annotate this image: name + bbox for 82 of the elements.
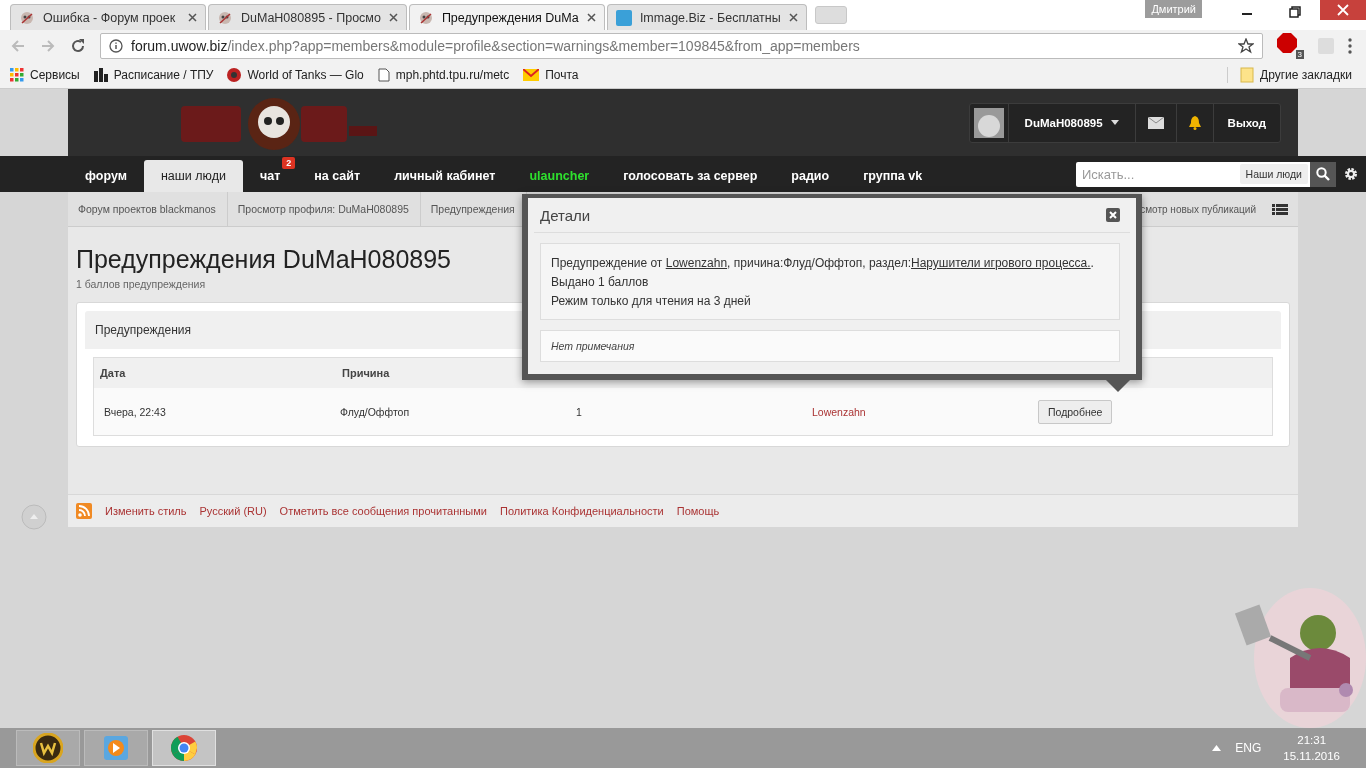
close-icon[interactable] [388, 13, 398, 22]
dialog-title: Детали [540, 206, 591, 224]
nav-tab[interactable]: форум [68, 160, 144, 192]
footer-link[interactable]: Отметить все сообщения прочитанными [279, 505, 487, 517]
browser-tab[interactable]: DuMaH080895 - Просмо [208, 4, 407, 30]
browser-tab[interactable]: Предупреждения DuMa [408, 4, 605, 30]
close-icon[interactable] [586, 13, 596, 22]
envelope-icon [1147, 116, 1164, 129]
envelope-icon [523, 69, 540, 81]
taskbar-app[interactable] [16, 730, 80, 766]
ch-logo-icon [615, 9, 632, 26]
panda-icon [19, 9, 35, 26]
footer-link[interactable]: Политика Конфиденциальности [500, 505, 664, 517]
column-header: Дата [99, 367, 127, 379]
caret-icon [1110, 120, 1119, 125]
reload-icon[interactable] [70, 38, 86, 54]
nav-tab[interactable]: наши люди [143, 160, 243, 192]
footer-link[interactable]: Изменить стиль [105, 505, 187, 517]
close-window-button[interactable] [1320, 0, 1366, 20]
user-link[interactable]: Lowenzahn [802, 405, 1038, 418]
bell-icon [1188, 115, 1201, 130]
bookmark[interactable]: mph.phtd.tpu.ru/metc [377, 68, 510, 82]
panda-icon [417, 9, 434, 26]
w-emblem-icon [33, 733, 63, 763]
nav-tab[interactable]: ulauncher [512, 160, 607, 192]
breadcrumb-link[interactable]: Просмотр профиля: DuMaH080895 [227, 192, 421, 226]
menu-icon[interactable] [1348, 38, 1352, 54]
nav-tab[interactable]: голосовать за сервер [606, 160, 775, 192]
footer-link[interactable]: Русский (RU) [199, 505, 267, 517]
settings-icon[interactable] [1344, 167, 1358, 181]
browser-icon [170, 734, 198, 762]
column-header: Причина [341, 367, 391, 379]
footer-link[interactable]: Помощь [676, 505, 720, 517]
close-icon[interactable] [1106, 208, 1120, 222]
list-icon[interactable] [1272, 203, 1288, 215]
close-icon[interactable] [188, 13, 197, 22]
info-icon [109, 39, 123, 53]
details-button[interactable]: Подробнее [1038, 399, 1113, 424]
star-icon[interactable] [1238, 38, 1254, 54]
bookmark[interactable]: Почта [523, 68, 579, 82]
folder-icon [1240, 67, 1255, 83]
bar-chart-icon [93, 68, 108, 82]
grid-icon [10, 68, 24, 82]
nav-tab[interactable]: радио [774, 160, 847, 192]
address-field[interactable]: forum.uwow.biz/index.php?app=members&module=profile&section=warnings&member=109845&from_app=members [100, 33, 1263, 59]
table-cell-text: 1 [575, 405, 583, 418]
detail-line: Режим только для чтения на 3 дней [551, 293, 752, 310]
search-button[interactable] [1310, 161, 1336, 187]
warning-text: Предупреждение от Lowenzahn, причина:Флуд/Оффтоп, раздел:Нарушители игрового процесса.. [551, 255, 1095, 272]
note-text: Нет примечания [540, 330, 1120, 362]
play-icon [102, 734, 130, 762]
logout-button[interactable]: Выход [1213, 103, 1280, 142]
restore-icon[interactable] [1289, 6, 1301, 18]
bookmark-folder[interactable]: Другие закладки [1227, 67, 1352, 83]
table-cell-text: Флуд/Оффтоп [339, 405, 411, 418]
nav-tab[interactable]: на сайт [297, 160, 378, 192]
target-icon [227, 68, 242, 82]
extension-badge: 3 [1295, 50, 1304, 59]
close-icon [1337, 4, 1349, 16]
nav-tab[interactable]: личный кабинет [377, 160, 513, 192]
bookmark[interactable]: World of Tanks — Glo [227, 68, 364, 82]
browser-tab[interactable]: Ошибка - Форум проек [10, 4, 206, 30]
page-title: Предупреждения DuMaH080895 [76, 245, 451, 274]
browser-tab[interactable]: Immage.Biz - Бесплатны [606, 4, 807, 30]
breadcrumb-link[interactable]: Форум проектов blackmanos [68, 192, 228, 226]
bookmark[interactable]: Сервисы [10, 68, 80, 82]
text-link[interactable]: Нарушители игрового процесса. [911, 256, 1091, 270]
detail-line: Выдано 1 баллов [551, 274, 650, 291]
nav-tab[interactable]: чат 2 [242, 160, 298, 192]
table-cell-text: Вчера, 22:43 [103, 405, 167, 418]
tray-arrow-icon[interactable] [1212, 745, 1222, 751]
page-subtitle: 1 баллов предупреждения [76, 278, 206, 290]
user-menu[interactable]: DuMaH080895 [1008, 103, 1136, 142]
nav-tab[interactable]: группа vk [846, 160, 940, 192]
search-icon [1316, 167, 1330, 181]
search-field[interactable]: Искать... Наши люди [1076, 161, 1310, 187]
search-scope-button[interactable]: Наши люди [1239, 164, 1308, 184]
document-icon [377, 68, 390, 82]
count-badge: 2 [282, 157, 296, 169]
panda-icon [217, 9, 233, 26]
close-icon[interactable] [788, 13, 798, 22]
bookmark[interactable]: Расписание / ТПУ [93, 68, 214, 82]
